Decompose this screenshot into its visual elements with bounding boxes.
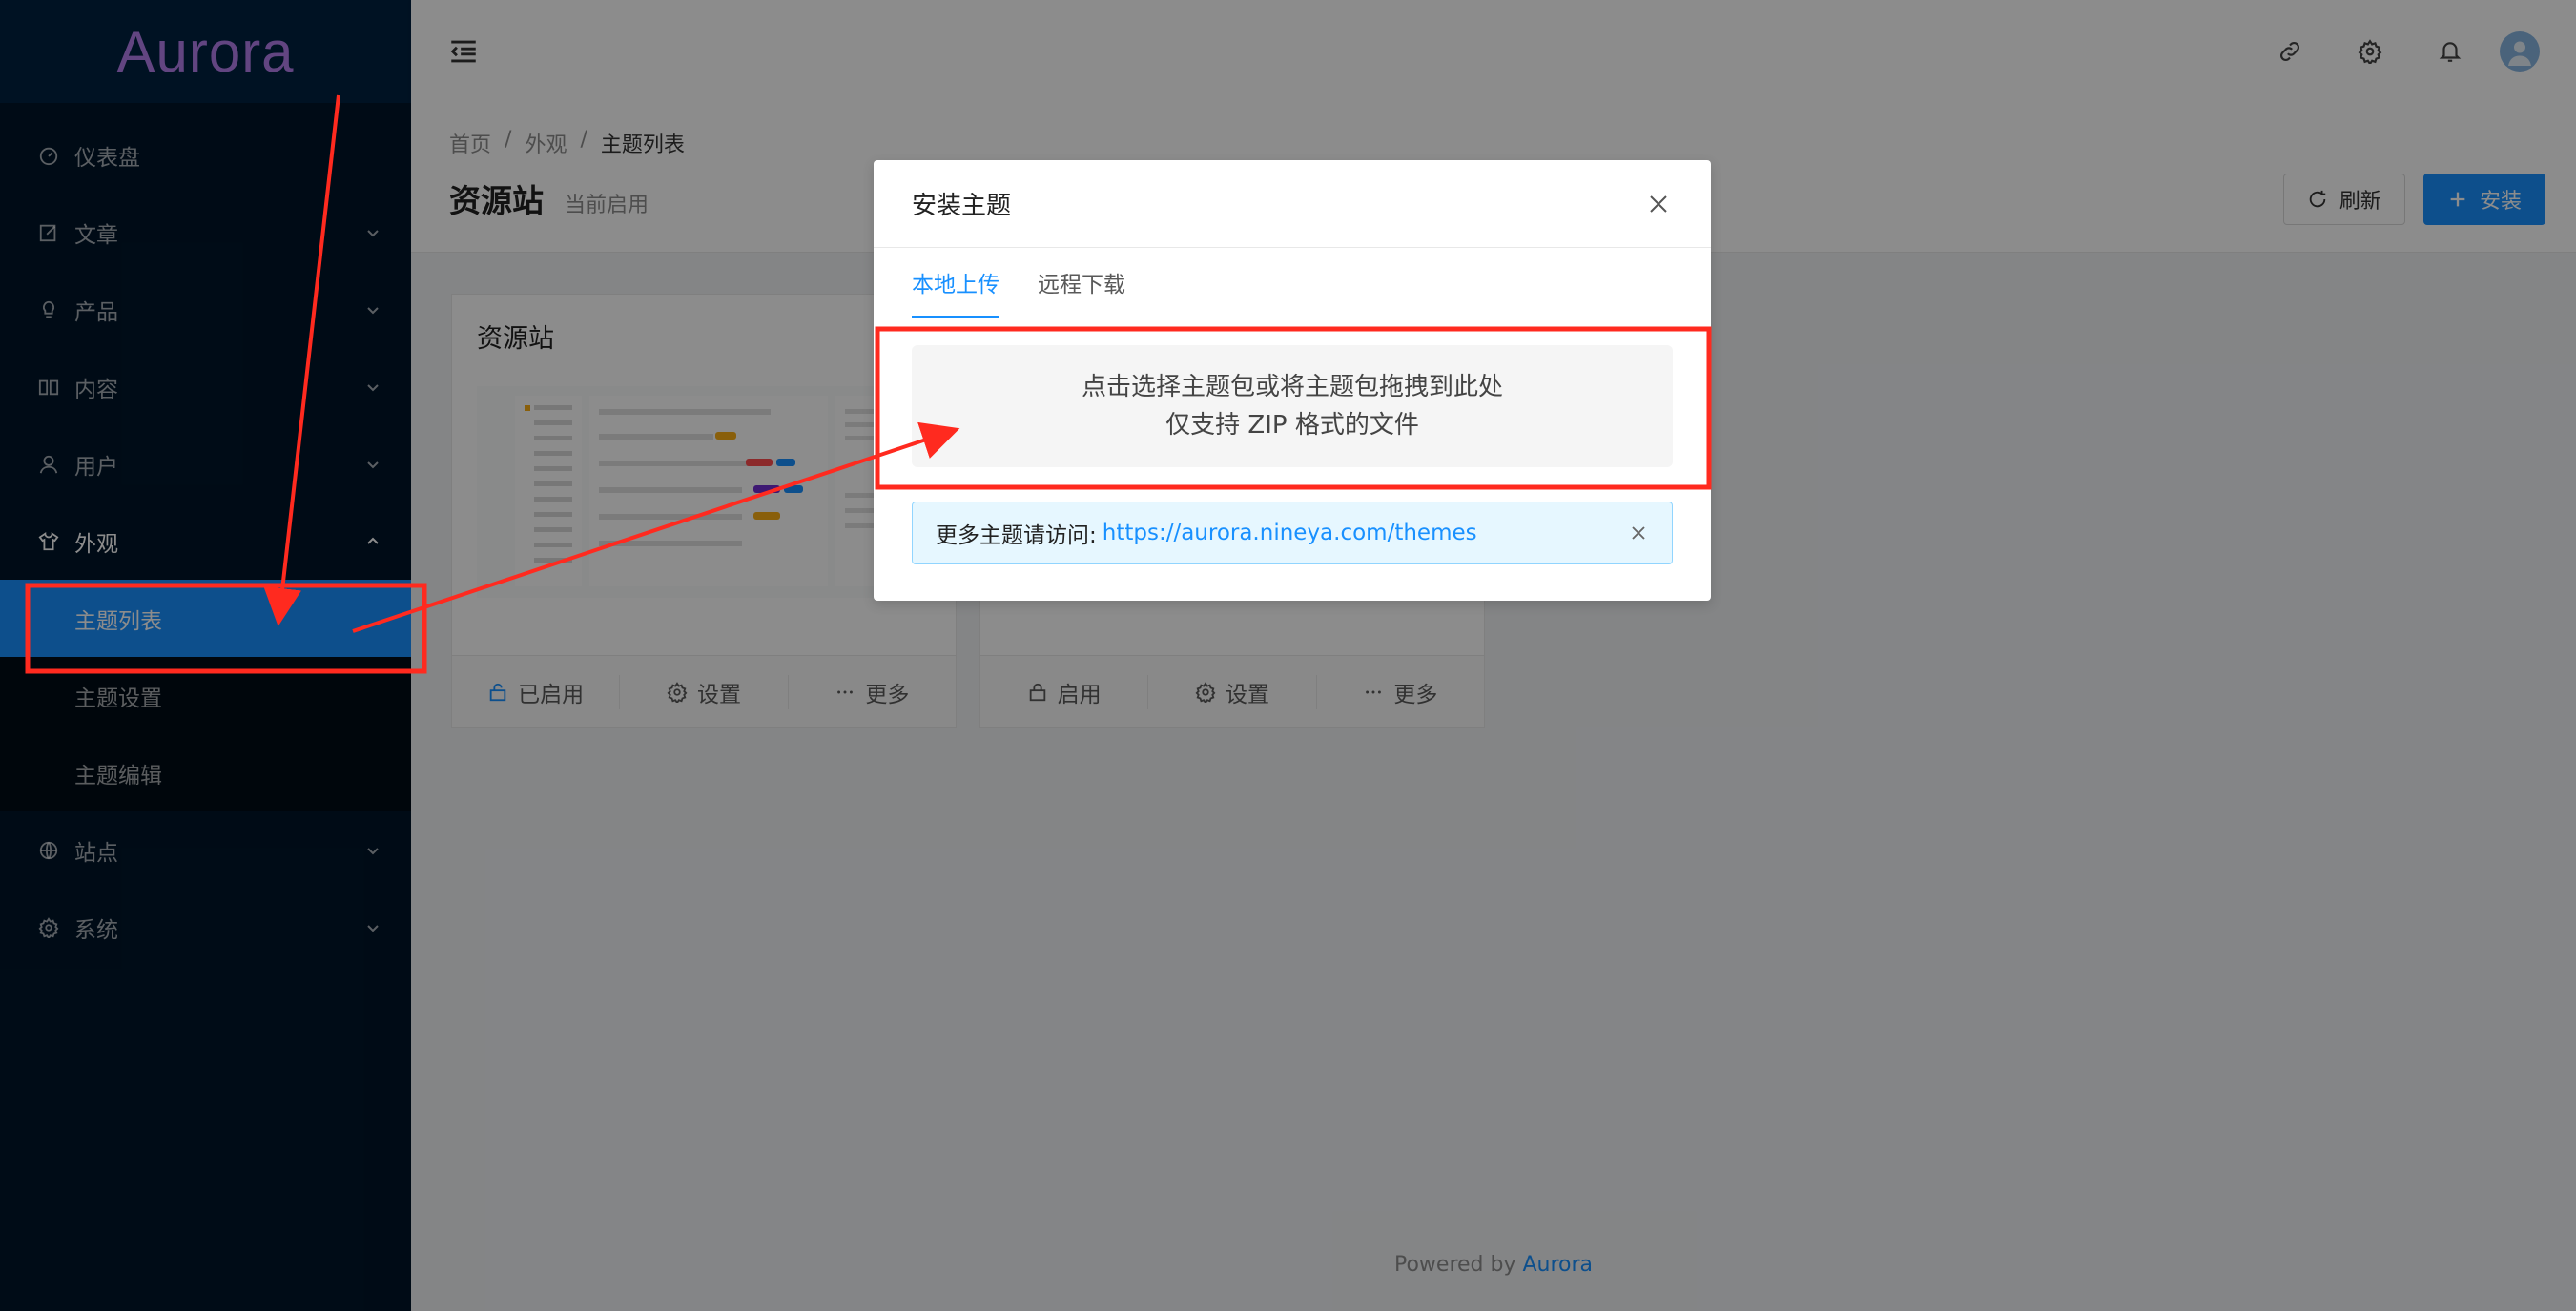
- alert-label: 更多主题请访问:: [936, 523, 1097, 548]
- modal-title: 安装主题: [912, 192, 1012, 220]
- install-theme-modal: 安装主题 本地上传 远程下载 点击选择主题包或将主题包拖拽到此处 仅支持 ZIP…: [874, 160, 1711, 601]
- modal-tabs: 本地上传 远程下载: [912, 248, 1673, 318]
- upload-hint: 点击选择主题包或将主题包拖拽到此处: [1081, 373, 1503, 401]
- modal-body: 本地上传 远程下载 点击选择主题包或将主题包拖拽到此处 仅支持 ZIP 格式的文…: [874, 248, 1711, 564]
- more-themes-alert: 更多主题请访问: https://aurora.nineya.com/theme…: [912, 502, 1673, 564]
- themes-link[interactable]: https://aurora.nineya.com/themes: [1103, 521, 1628, 545]
- close-icon[interactable]: [1644, 190, 1673, 218]
- modal-header: 安装主题: [874, 160, 1711, 248]
- tab-remote-download[interactable]: 远程下载: [1038, 266, 1125, 318]
- upload-format-hint: 仅支持 ZIP 格式的文件: [1165, 411, 1419, 440]
- upload-dropzone[interactable]: 点击选择主题包或将主题包拖拽到此处 仅支持 ZIP 格式的文件: [912, 345, 1673, 467]
- close-icon[interactable]: [1628, 522, 1649, 543]
- tab-local-upload[interactable]: 本地上传: [912, 266, 999, 318]
